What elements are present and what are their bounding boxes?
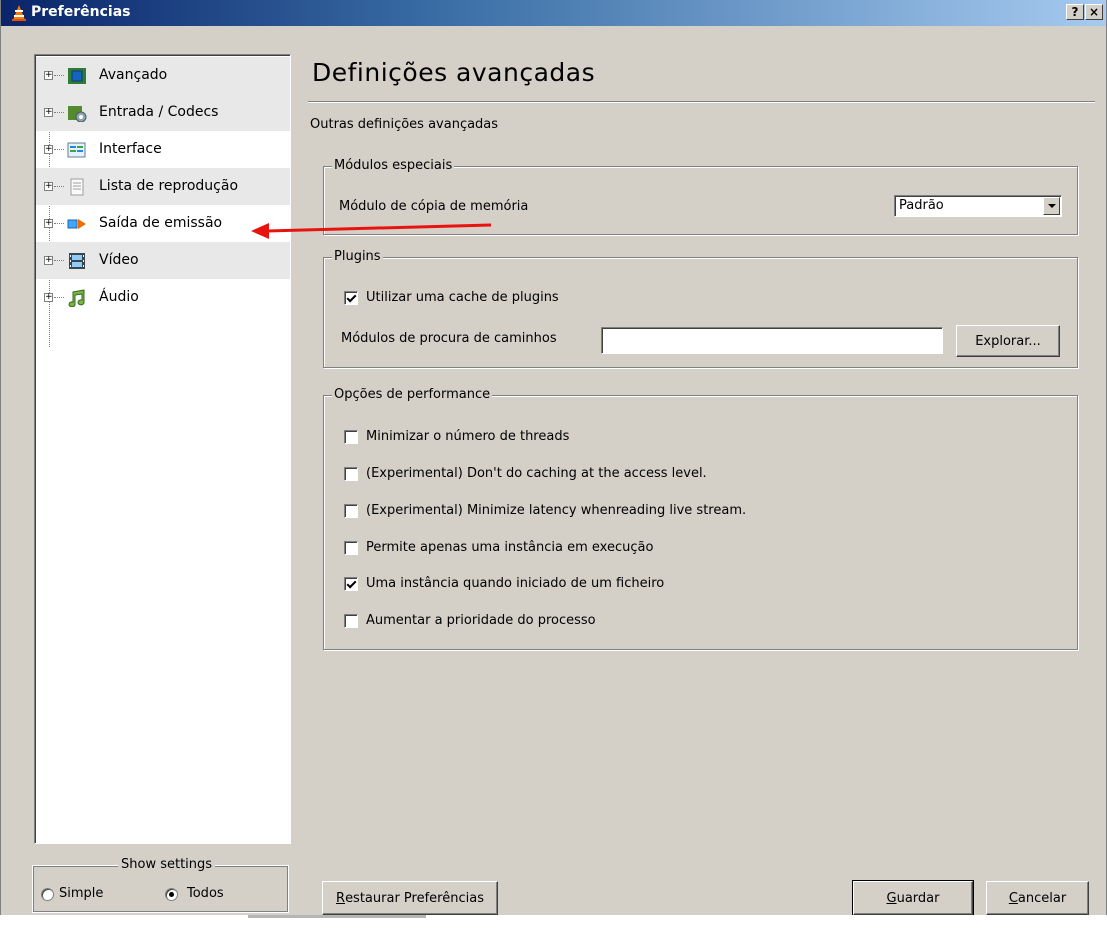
tree-item-label: Lista de reprodução <box>99 178 239 194</box>
tree-item-label: Saída de emissão <box>99 215 223 231</box>
minimize-latency-label[interactable]: (Experimental) Minimize latency whenread… <box>366 503 746 518</box>
cancel-accel: C <box>1008 890 1018 906</box>
no-access-caching-checkbox[interactable] <box>344 467 358 481</box>
tree-dots <box>54 186 64 187</box>
plugin-cache-checkbox[interactable] <box>344 291 358 305</box>
todos-radio-label[interactable]: Todos <box>187 886 224 901</box>
tree-dots <box>54 112 64 113</box>
one-instance-checkbox[interactable] <box>344 541 358 555</box>
tree-item-video[interactable]: + Vídeo <box>36 242 290 279</box>
help-button[interactable]: ? <box>1066 4 1084 20</box>
annotation-arrow <box>251 223 492 239</box>
save-accel: G <box>886 890 897 906</box>
page-subtitle: Outras definições avançadas <box>310 117 499 132</box>
page-title: Definições avançadas <box>312 58 596 87</box>
raise-priority-label[interactable]: Aumentar a prioridade do processo <box>366 613 596 628</box>
playlist-icon <box>70 178 84 196</box>
one-instance-file-label[interactable]: Uma instância quando iniciado de um fich… <box>366 576 664 591</box>
tree-dots <box>54 297 64 298</box>
expand-icon[interactable]: + <box>44 256 53 265</box>
no-access-caching-label[interactable]: (Experimental) Don't do caching at the a… <box>366 466 707 481</box>
stream-output-icon <box>67 219 86 229</box>
one-instance-file-checkbox[interactable] <box>344 577 358 591</box>
tree-item-label: Vídeo <box>99 252 139 268</box>
tree-dots <box>54 75 64 76</box>
search-paths-input[interactable] <box>601 327 943 354</box>
show-settings-group: Show settings Simple Todos <box>32 857 289 913</box>
music-note-icon <box>68 289 85 307</box>
expand-icon[interactable]: + <box>44 182 53 191</box>
plugins-group: Plugins Utilizar uma cache de plugins Mó… <box>323 249 1078 368</box>
tree-item-label: Áudio <box>99 289 139 305</box>
tree-item-label: Interface <box>99 141 162 157</box>
tree-item-avancado[interactable]: + Avançado <box>36 57 290 94</box>
tree-item-entrada-codecs[interactable]: + Entrada / Codecs <box>36 94 290 131</box>
save-label: uardar <box>896 890 940 906</box>
raise-priority-checkbox[interactable] <box>344 614 358 628</box>
reset-preferences-button[interactable]: Restaurar Preferências <box>322 881 498 915</box>
expand-icon[interactable]: + <box>44 71 53 80</box>
codec-icon <box>68 106 87 122</box>
title-bar[interactable]: Preferências ? × <box>1 0 1106 26</box>
save-button[interactable]: Guardar <box>852 880 974 916</box>
memcpy-label: Módulo de cópia de memória <box>339 199 529 214</box>
tree-dots <box>54 223 64 224</box>
minimize-latency-checkbox[interactable] <box>344 504 358 518</box>
chevron-down-icon[interactable] <box>1043 197 1060 215</box>
tree-dots <box>54 260 64 261</box>
search-paths-label: Módulos de procura de caminhos <box>341 331 557 346</box>
tree-item-audio[interactable]: + Áudio <box>36 279 290 316</box>
performance-legend: Opções de performance <box>332 387 493 402</box>
plugin-cache-label[interactable]: Utilizar uma cache de plugins <box>366 290 559 305</box>
tree-item-lista-reproducao[interactable]: + Lista de reprodução <box>36 168 290 205</box>
memcpy-select-value: Padrão <box>899 198 944 213</box>
plugins-legend: Plugins <box>332 249 383 264</box>
cancel-label: ancelar <box>1017 890 1067 906</box>
bottom-strip <box>0 915 1107 929</box>
simple-radio[interactable] <box>41 888 54 901</box>
expand-icon[interactable]: + <box>44 293 53 302</box>
tree-dots <box>54 149 64 150</box>
todos-radio[interactable] <box>165 888 178 901</box>
tree-item-label: Entrada / Codecs <box>99 104 219 120</box>
video-film-icon <box>69 253 85 269</box>
reset-label: estaurar Preferências <box>345 890 484 906</box>
memcpy-select[interactable]: Padrão <box>894 195 1062 217</box>
category-tree[interactable]: + Avançado + Entrada / Codecs + Interfac… <box>34 54 291 844</box>
cancel-button[interactable]: Cancelar <box>986 881 1089 915</box>
performance-group: Opções de performance Minimizar o número… <box>323 387 1078 650</box>
taskbar-stub <box>248 915 426 918</box>
chip-icon <box>68 68 86 84</box>
title-divider <box>308 101 1095 103</box>
window-title: Preferências <box>31 4 131 20</box>
show-settings-legend: Show settings <box>118 857 216 872</box>
minimize-threads-checkbox[interactable] <box>344 430 358 444</box>
simple-radio-label[interactable]: Simple <box>59 886 103 901</box>
close-button[interactable]: × <box>1085 4 1103 20</box>
expand-icon[interactable]: + <box>44 145 53 154</box>
expand-icon[interactable]: + <box>44 108 53 117</box>
tree-item-interface[interactable]: + Interface <box>36 131 290 168</box>
tree-item-label: Avançado <box>99 67 168 83</box>
browse-button[interactable]: Explorar... <box>956 325 1060 357</box>
interface-icon <box>67 142 86 158</box>
one-instance-label[interactable]: Permite apenas uma instância em execução <box>366 540 653 555</box>
special-modules-legend: Módulos especiais <box>332 158 455 173</box>
minimize-threads-label[interactable]: Minimizar o número de threads <box>366 429 569 444</box>
preferences-window: Preferências ? × + Avançado + Entrada / … <box>0 0 1107 916</box>
vlc-cone-icon <box>12 5 26 21</box>
expand-icon[interactable]: + <box>44 219 53 228</box>
reset-accel: R <box>336 890 346 906</box>
